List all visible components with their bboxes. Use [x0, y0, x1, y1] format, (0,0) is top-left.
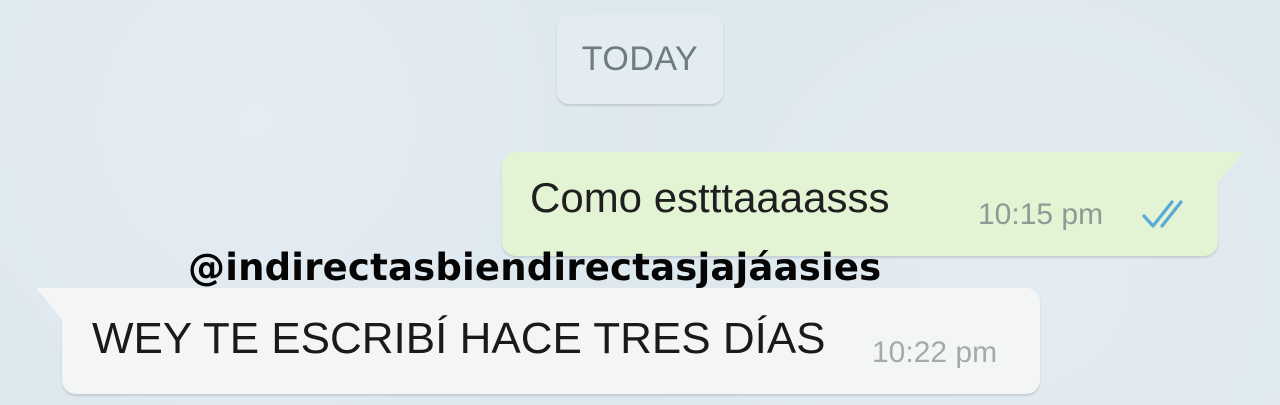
bubble-tail: [36, 288, 64, 322]
message-timestamp: 10:22 pm: [872, 336, 998, 369]
bubble-tail: [1216, 152, 1244, 184]
message-text: WEY TE ESCRIBÍ HACE TRES DÍAS: [92, 314, 826, 363]
incoming-message-bubble[interactable]: WEY TE ESCRIBÍ HACE TRES DÍAS 10:22 pm: [36, 288, 1040, 394]
message-text: Como estttaaaasss: [530, 174, 890, 221]
double-check-icon: [1142, 200, 1183, 228]
date-divider: TODAY: [557, 15, 723, 104]
outgoing-message-bubble[interactable]: Como estttaaaasss 10:15 pm: [502, 152, 1244, 256]
message-timestamp: 10:15 pm: [978, 198, 1104, 231]
date-divider-label: TODAY: [581, 40, 699, 78]
watermark-text: @indirectasbiendirectasjajáasies: [188, 246, 882, 289]
